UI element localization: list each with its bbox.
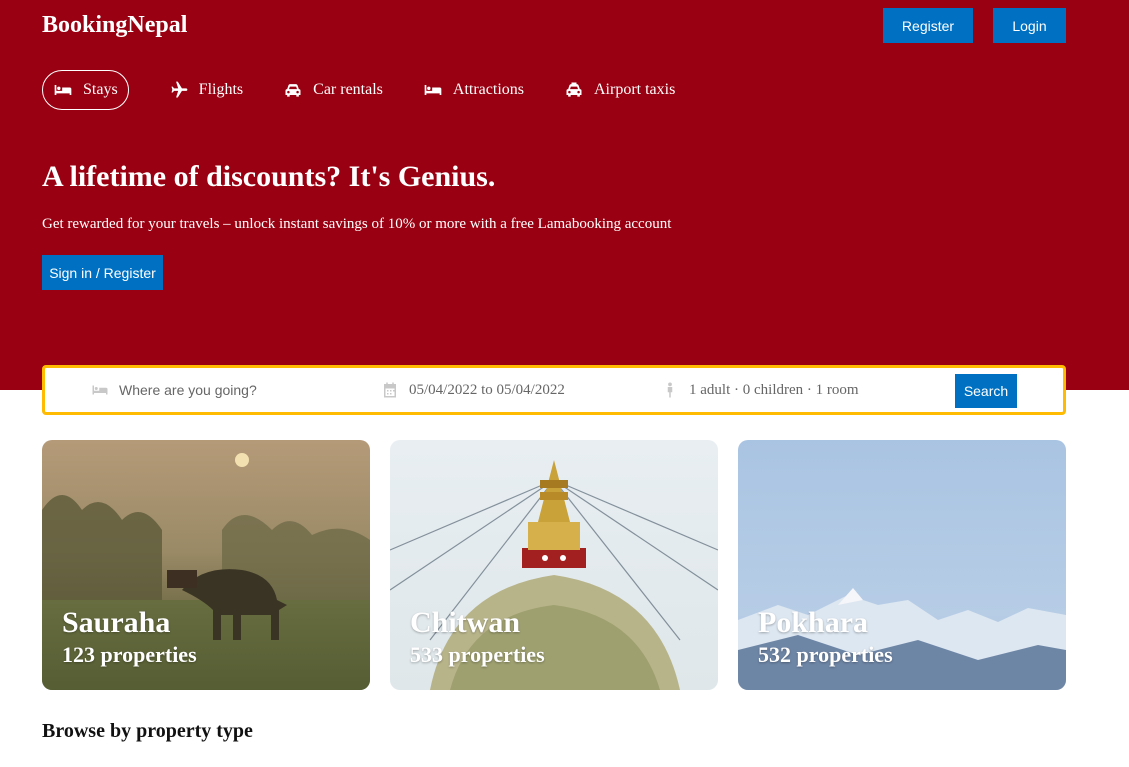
person-icon	[667, 382, 673, 398]
card-city: Sauraha	[62, 606, 171, 639]
card-city: Pokhara	[758, 606, 869, 639]
bed-icon	[54, 85, 72, 95]
card-city: Chitwan	[410, 606, 521, 639]
nav-item-label: Flights	[198, 81, 244, 98]
date-picker[interactable]: 05/04/2022 to 05/04/2022	[381, 368, 565, 412]
featured-card-sauraha[interactable]: Sauraha 123 properties	[42, 440, 370, 690]
featured-card-chitwan[interactable]: Chitwan 533 properties	[390, 440, 718, 690]
calendar-icon	[384, 382, 396, 398]
bed-icon	[424, 85, 442, 95]
car-icon	[285, 84, 301, 97]
plane-icon	[171, 81, 187, 98]
nav-item-flights[interactable]: Flights	[169, 70, 243, 110]
signin-register-button[interactable]: Sign in / Register	[42, 255, 163, 290]
nav-item-car-rentals[interactable]: Car rentals	[283, 70, 383, 110]
card-properties: 532 properties	[758, 642, 893, 667]
destination-input[interactable]	[119, 382, 339, 398]
nav-item-label: Stays	[83, 81, 118, 98]
card-properties: 123 properties	[62, 642, 197, 667]
nav-bar: Stays Flights Car rentals Attractions Ai…	[42, 70, 675, 110]
featured-cities: Sauraha 123 properties Chitwan 533 prope…	[42, 440, 1066, 690]
search-button[interactable]: Search	[955, 374, 1017, 408]
guest-options-text: 1 adult · 0 children · 1 room	[689, 381, 859, 398]
bed-icon	[92, 385, 108, 395]
search-bar: 05/04/2022 to 05/04/2022 1 adult · 0 chi…	[42, 365, 1066, 415]
hero-title: A lifetime of discounts? It's Genius.	[42, 160, 496, 193]
featured-card-pokhara[interactable]: Pokhara 532 properties	[738, 440, 1066, 690]
taxi-icon	[566, 82, 582, 97]
nav-item-label: Attractions	[452, 81, 524, 98]
browse-section-title: Browse by property type	[42, 720, 253, 742]
nav-item-stays[interactable]: Stays	[42, 70, 129, 110]
destination-field[interactable]	[91, 368, 339, 412]
nav-item-label: Car rentals	[313, 81, 383, 98]
nav-item-attractions[interactable]: Attractions	[423, 70, 524, 110]
nav-item-label: Airport taxis	[593, 81, 676, 98]
card-properties: 533 properties	[410, 642, 545, 667]
hero-banner	[0, 0, 1129, 390]
guest-options[interactable]: 1 adult · 0 children · 1 room	[661, 368, 859, 412]
logo[interactable]: BookingNepal	[42, 12, 187, 39]
hero-description: Get rewarded for your travels – unlock i…	[42, 216, 672, 232]
register-button[interactable]: Register	[883, 8, 973, 43]
login-button[interactable]: Login	[993, 8, 1066, 43]
nav-item-airport-taxis[interactable]: Airport taxis	[564, 70, 675, 110]
date-range-text: 05/04/2022 to 05/04/2022	[409, 381, 565, 398]
